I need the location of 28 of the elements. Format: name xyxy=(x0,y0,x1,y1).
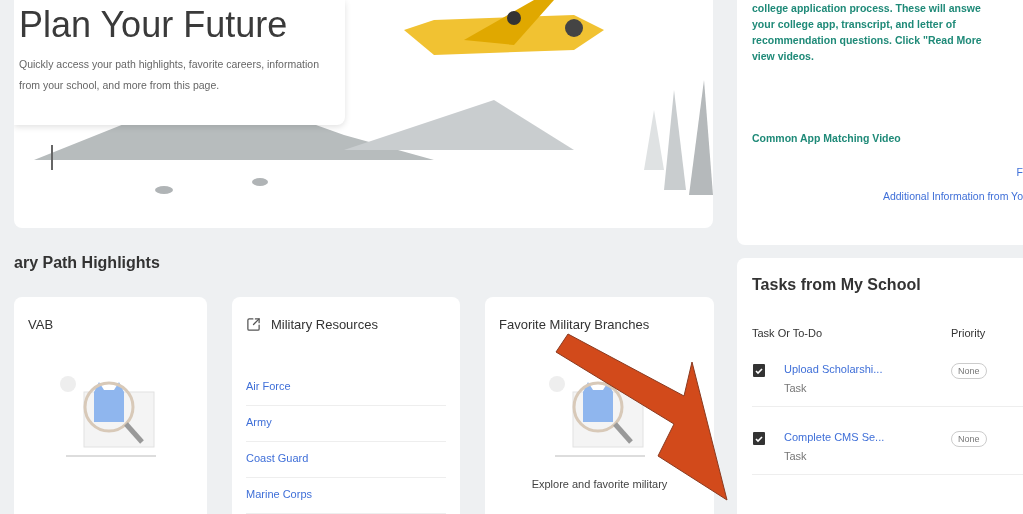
page-description: Quickly access your path highlights, favorite careers, information from your school, and more from this page. xyxy=(19,57,320,93)
clipboard-check-icon xyxy=(752,431,766,445)
clipboard-check-icon xyxy=(752,363,766,377)
task-link[interactable]: Upload Scholarshi... xyxy=(784,363,951,375)
info-text: your college app, transcript, and letter of xyxy=(752,17,957,32)
info-text: college application process. These will answe xyxy=(752,1,982,16)
external-link-icon xyxy=(246,317,261,332)
info-text: recommendation questions. Click "Read More xyxy=(752,33,983,48)
column-header: Priority xyxy=(951,327,987,339)
resource-link[interactable]: Marine Corps xyxy=(246,478,446,514)
page-title: Plan Your Future xyxy=(19,4,289,46)
info-link[interactable]: Additional Information from Yo xyxy=(882,190,1023,202)
task-type: Task xyxy=(784,450,808,462)
card-title: Favorite Military Branches xyxy=(499,317,650,332)
resource-link[interactable]: Coast Guard xyxy=(246,442,446,478)
card-description: Explore and favorite military xyxy=(530,478,669,490)
info-text: view videos. xyxy=(752,49,815,64)
video-title: Common App Matching Video xyxy=(752,132,902,144)
resource-link[interactable]: Air Force xyxy=(246,370,446,406)
card-title: Military Resources xyxy=(271,317,378,332)
tasks-title: Tasks from My School xyxy=(752,276,922,294)
resource-link[interactable]: Army xyxy=(246,406,446,442)
task-type: Task xyxy=(784,382,808,394)
section-title: ary Path Highlights xyxy=(14,254,161,272)
card-title: VAB xyxy=(28,317,54,332)
task-link[interactable]: Complete CMS Se... xyxy=(784,431,951,443)
column-header: Task Or To-Do xyxy=(752,327,824,339)
info-link[interactable]: F xyxy=(1016,166,1023,178)
